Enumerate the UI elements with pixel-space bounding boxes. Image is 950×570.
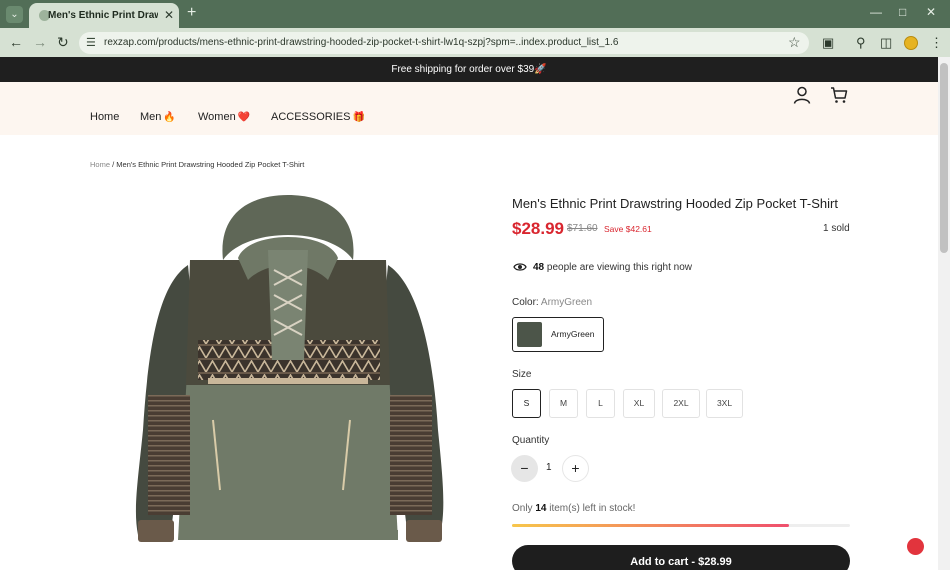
- nav-item-men[interactable]: Men 🔥: [140, 111, 176, 123]
- side-panel-icon[interactable]: ◫: [880, 35, 892, 51]
- color-label: Color: ArmyGreen: [512, 297, 593, 308]
- color-selected-value: ArmyGreen: [540, 297, 593, 308]
- extensions-icon[interactable]: ▣: [822, 35, 834, 51]
- product-price: $28.99: [512, 219, 564, 238]
- add-to-cart-button[interactable]: Add to cart - $28.99: [512, 545, 850, 570]
- nav-item-home[interactable]: Home: [90, 111, 119, 123]
- eye-icon: [513, 263, 527, 271]
- breadcrumb-home-link[interactable]: Home: [90, 160, 110, 169]
- stock-progress-fill: [512, 524, 790, 527]
- breadcrumb: Home / Men's Ethnic Print Drawstring Hoo…: [90, 160, 304, 169]
- address-bar[interactable]: ☰ rexzap.com/products/mens-ethnic-print-…: [79, 32, 809, 54]
- site-info-icon[interactable]: ☰: [86, 36, 96, 49]
- color-swatch-thumbnail: [517, 322, 542, 347]
- size-option-m[interactable]: M: [549, 389, 578, 418]
- scrollbar-thumb[interactable]: [940, 63, 948, 253]
- heart-icon: ❤️: [237, 112, 251, 123]
- quantity-value[interactable]: 1: [546, 462, 552, 473]
- size-option-l[interactable]: L: [586, 389, 615, 418]
- size-option-3xl[interactable]: 3XL: [706, 389, 743, 418]
- size-option-2xl[interactable]: 2XL: [662, 389, 700, 418]
- sold-count: 1 sold: [823, 223, 850, 234]
- viewers-text: people are viewing this right now: [546, 262, 692, 273]
- cart-icon[interactable]: [830, 86, 848, 104]
- compare-price: $71.60: [567, 223, 598, 234]
- forward-icon[interactable]: →: [33, 34, 47, 50]
- page-scrollbar[interactable]: [938, 57, 950, 570]
- product-image[interactable]: [128, 190, 448, 560]
- site-header: Home Men 🔥 Women ❤️ ACCESSORIES 🎁: [0, 82, 938, 135]
- quantity-decrease-button[interactable]: −: [511, 455, 538, 482]
- size-label: Size: [512, 369, 532, 380]
- profile-avatar[interactable]: [904, 36, 918, 50]
- tab-close-icon[interactable]: ✕: [164, 8, 174, 22]
- close-window-icon[interactable]: ✕: [926, 5, 936, 19]
- browser-tab[interactable]: Men's Ethnic Print Drawstring Hooded Zip…: [29, 3, 179, 28]
- size-option-s[interactable]: S: [512, 389, 541, 418]
- announcement-bar: Free shipping for order over $39🚀: [0, 57, 938, 82]
- floating-chat-button[interactable]: [907, 538, 924, 555]
- product-title: Men's Ethnic Print Drawstring Hooded Zip…: [512, 196, 838, 211]
- gift-icon: 🎁: [352, 112, 365, 123]
- quantity-label: Quantity: [512, 435, 550, 446]
- reload-icon[interactable]: ↻: [57, 34, 69, 51]
- account-icon[interactable]: [793, 86, 811, 104]
- nav-item-accessories[interactable]: ACCESSORIES 🎁: [271, 111, 365, 123]
- tab-search-icon[interactable]: ⌄: [6, 6, 23, 23]
- new-tab-icon[interactable]: +: [187, 4, 196, 22]
- back-icon[interactable]: ←: [9, 34, 23, 50]
- viewers-count: 48: [533, 262, 545, 273]
- stock-count: 14: [535, 503, 547, 514]
- more-menu-icon[interactable]: ⋮: [930, 35, 943, 51]
- stock-progress-bar: [512, 524, 850, 527]
- viewers-notice: 48 people are viewing this right now: [513, 262, 692, 273]
- fire-icon: 🔥: [163, 112, 176, 123]
- browser-toolbar: ← → ↻ ☰ rexzap.com/products/mens-ethnic-…: [0, 28, 950, 57]
- quantity-increase-button[interactable]: +: [562, 455, 589, 482]
- nav-item-women[interactable]: Women ❤️: [198, 111, 250, 123]
- size-option-xl[interactable]: XL: [623, 389, 655, 418]
- maximize-icon[interactable]: □: [899, 5, 906, 19]
- url-text: rexzap.com/products/mens-ethnic-print-dr…: [104, 37, 619, 48]
- color-option-label: ArmyGreen: [551, 329, 595, 339]
- stock-notice: Only 14 item(s) left in stock!: [512, 503, 636, 514]
- bookmark-star-icon[interactable]: ☆: [788, 34, 801, 51]
- labs-flask-icon[interactable]: ⚲: [856, 35, 866, 51]
- save-amount: Save $42.61: [604, 224, 652, 234]
- tab-title: Men's Ethnic Print Drawstring Hooded Zip…: [48, 10, 158, 21]
- minimize-icon[interactable]: —: [870, 5, 882, 19]
- browser-tab-bar: ⌄ Men's Ethnic Print Drawstring Hooded Z…: [0, 0, 950, 28]
- color-option-armygreen[interactable]: ArmyGreen: [512, 317, 604, 352]
- breadcrumb-current: Men's Ethnic Print Drawstring Hooded Zip…: [116, 160, 305, 169]
